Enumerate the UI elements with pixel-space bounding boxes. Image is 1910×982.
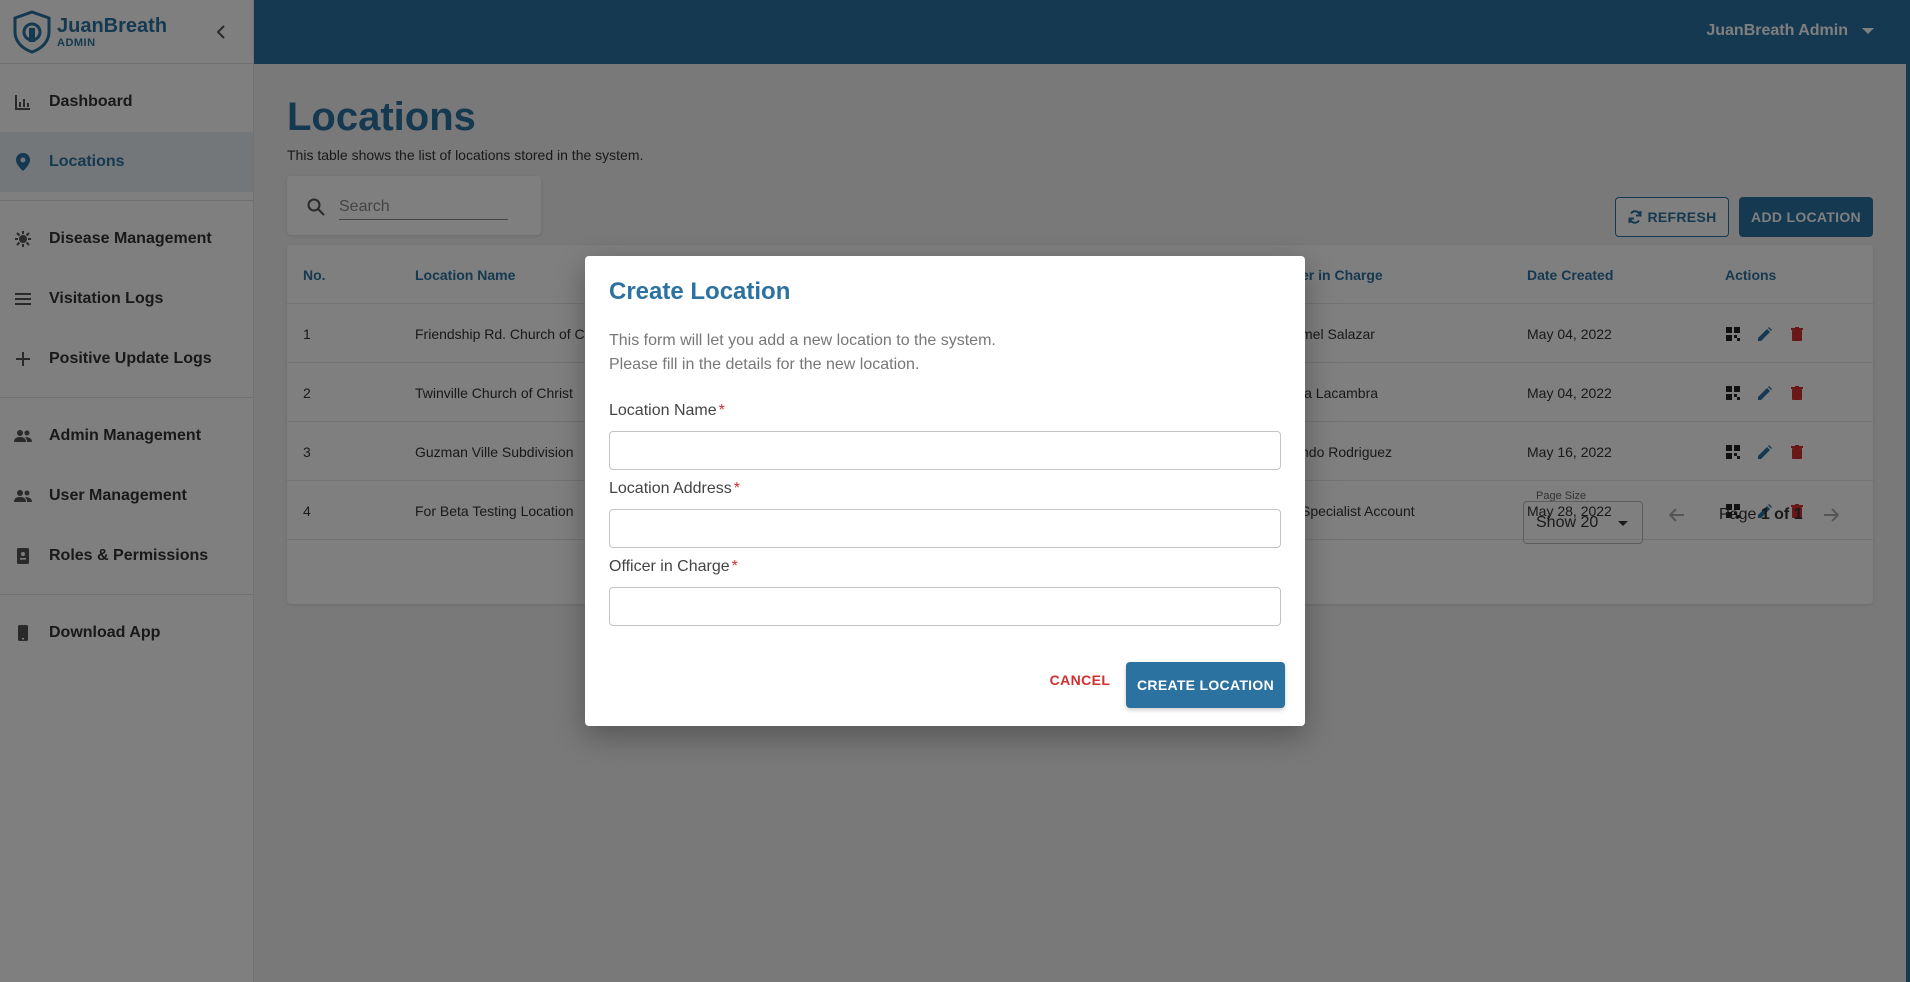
- create-location-dialog: Create Location This form will let you a…: [585, 256, 1305, 726]
- dialog-description-line: Please fill in the details for the new l…: [609, 356, 920, 373]
- required-asterisk: *: [718, 402, 725, 419]
- field-label-text: Location Name: [609, 402, 717, 419]
- location-address-input[interactable]: [609, 509, 1281, 548]
- dialog-title: Create Location: [609, 278, 791, 305]
- field-label-text: Officer in Charge: [609, 558, 730, 575]
- cancel-button[interactable]: CANCEL: [1045, 662, 1115, 698]
- location-name-input[interactable]: [609, 431, 1281, 470]
- create-location-button[interactable]: CREATE LOCATION: [1126, 662, 1285, 708]
- required-asterisk: *: [733, 480, 740, 497]
- field-label-text: Location Address: [609, 480, 732, 497]
- dialog-description: This form will let you add a new locatio…: [609, 329, 996, 377]
- dialog-description-line: This form will let you add a new locatio…: [609, 332, 996, 349]
- officer-in-charge-input[interactable]: [609, 587, 1281, 626]
- officer-in-charge-label: Officer in Charge *: [609, 558, 738, 576]
- required-asterisk: *: [731, 558, 738, 575]
- location-address-label: Location Address *: [609, 480, 740, 498]
- location-name-label: Location Name *: [609, 402, 725, 420]
